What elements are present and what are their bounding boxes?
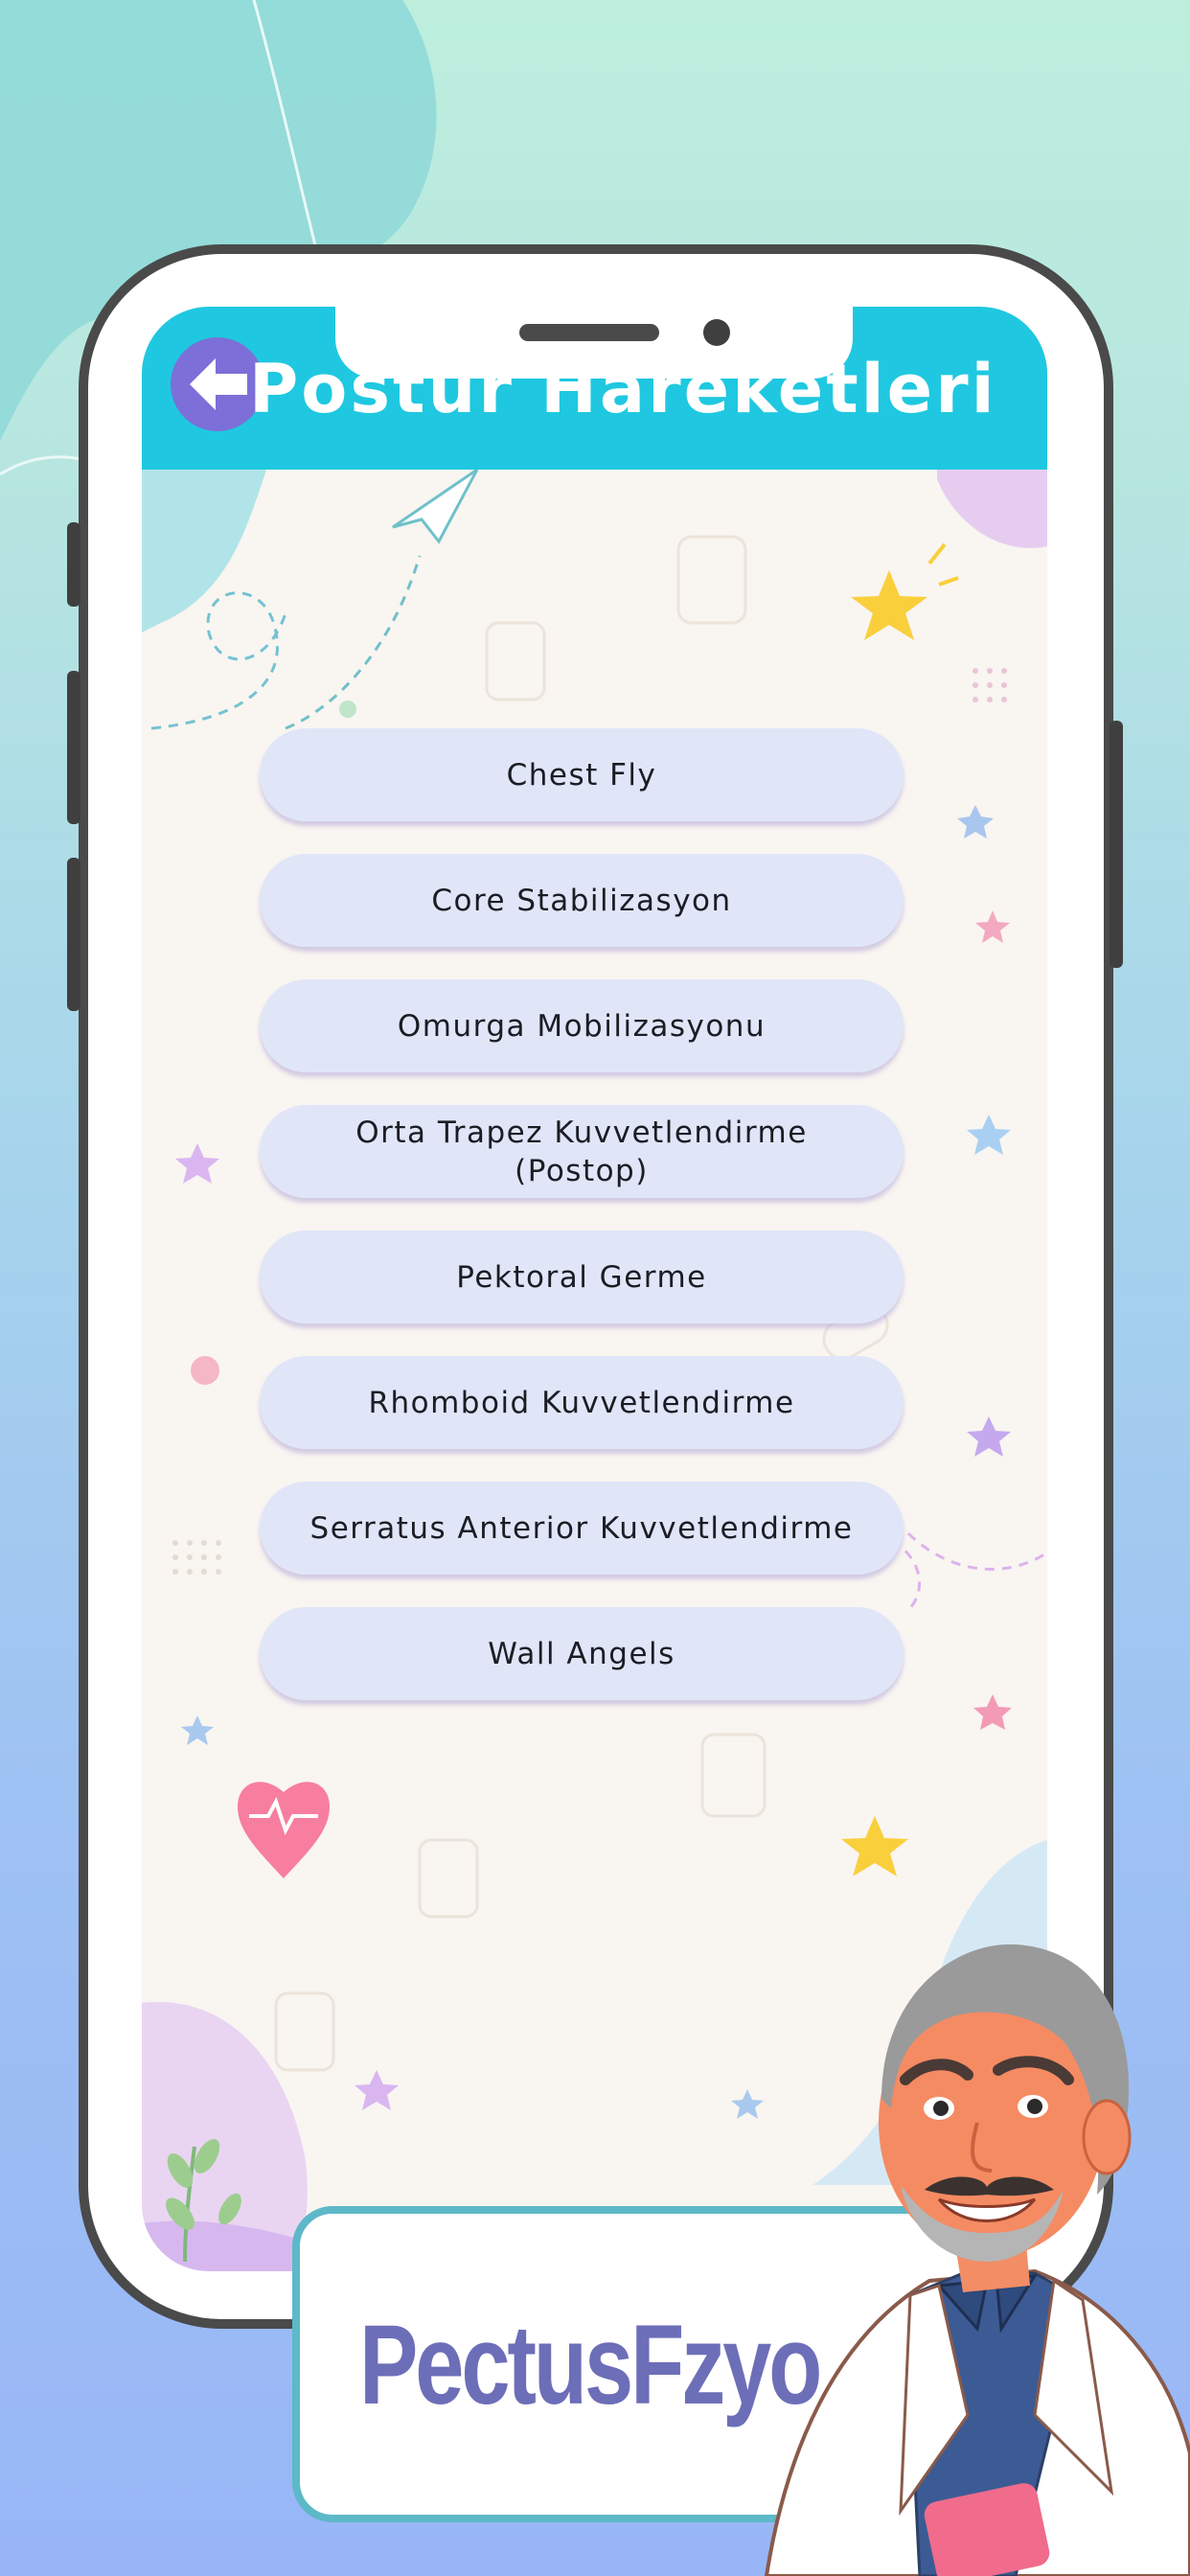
exercise-button-wall-angels[interactable]: Wall Angels	[260, 1607, 904, 1700]
exercise-button-rhomboid[interactable]: Rhomboid Kuvvetlendirme	[260, 1356, 904, 1449]
exercise-button-core-stabilizasyon[interactable]: Core Stabilizasyon	[260, 854, 904, 947]
phone-side-button	[1110, 721, 1123, 968]
exercise-list: Chest Fly Core Stabilizasyon Omurga Mobi…	[260, 728, 904, 1733]
phone-notch	[335, 307, 853, 379]
phone-side-button	[67, 671, 80, 824]
phone-side-button	[67, 858, 80, 1011]
phone-camera	[703, 319, 730, 346]
exercise-button-omurga-mobilizasyonu[interactable]: Omurga Mobilizasyonu	[260, 979, 904, 1072]
phone-speaker	[519, 324, 659, 341]
exercise-button-pektoral-germe[interactable]: Pektoral Germe	[260, 1230, 904, 1323]
exercise-button-serratus-anterior[interactable]: Serratus Anterior Kuvvetlendirme	[260, 1482, 904, 1575]
phone-side-button	[67, 522, 80, 607]
exercise-button-chest-fly[interactable]: Chest Fly	[260, 728, 904, 821]
exercise-button-orta-trapez[interactable]: Orta Trapez Kuvvetlendirme (Postop)	[260, 1105, 904, 1198]
doctor-mascot-illustration	[764, 1944, 1190, 2576]
